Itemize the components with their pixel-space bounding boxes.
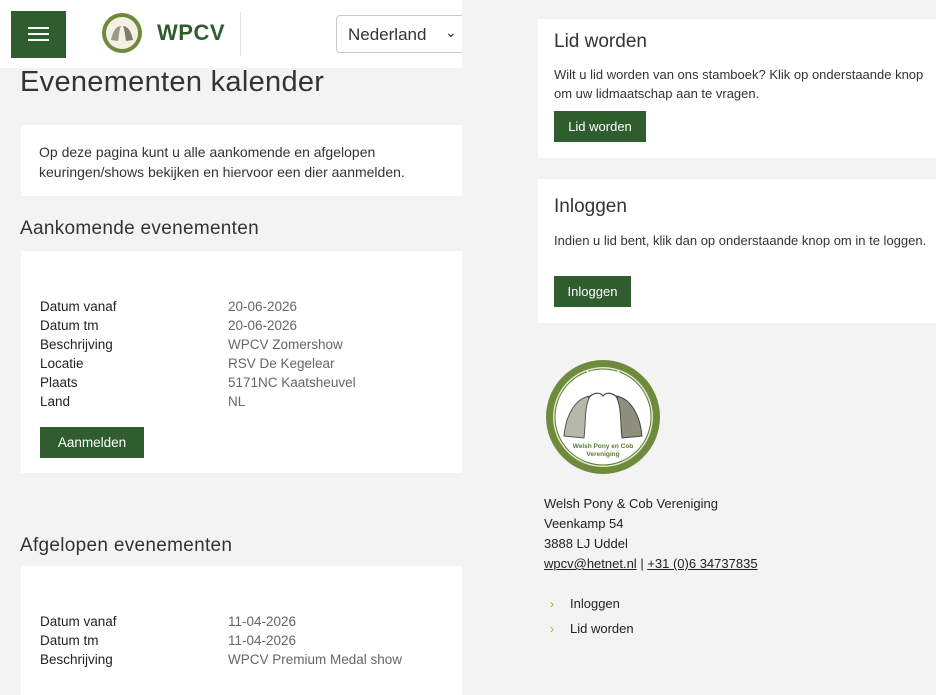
member-card-title: Lid worden bbox=[554, 31, 647, 52]
contact-separator: | bbox=[636, 556, 648, 571]
event-value: 20-06-2026 bbox=[228, 318, 298, 333]
event-label: Datum tm bbox=[40, 633, 99, 648]
footer-link-inloggen[interactable]: › Inloggen bbox=[550, 596, 620, 611]
language-select[interactable]: Nederland ⌄ bbox=[336, 15, 462, 53]
street: Veenkamp 54 bbox=[544, 516, 624, 531]
event-value: RSV De Kegelear bbox=[228, 356, 335, 371]
event-label: Datum vanaf bbox=[40, 299, 117, 314]
sidebar-panel: Lid worden Wilt u lid worden van ons sta… bbox=[462, 0, 936, 695]
member-card-text: Wilt u lid worden van ons stamboek? Klik… bbox=[554, 67, 924, 101]
event-label: Land bbox=[40, 394, 71, 409]
intro-text: Op deze pagina kunt u alle aankomende en… bbox=[39, 144, 405, 180]
past-events-heading: Afgelopen evenementen bbox=[20, 535, 233, 556]
login-card-title: Inloggen bbox=[554, 196, 627, 217]
city: 3888 LJ Uddel bbox=[544, 536, 628, 551]
event-label: Datum vanaf bbox=[40, 614, 117, 629]
event-value: 20-06-2026 bbox=[228, 299, 298, 314]
event-row-datum-tm: Datum tm 11-04-2026 bbox=[40, 633, 296, 648]
top-navigation-bar: WPCV Nederland ⌄ bbox=[0, 0, 462, 68]
aanmelden-button[interactable]: Aanmelden bbox=[40, 427, 144, 458]
intro-card: Op deze pagina kunt u alle aankomende en… bbox=[21, 125, 462, 196]
chevron-right-icon: › bbox=[550, 597, 554, 611]
mobile-page-view: WPCV Nederland ⌄ Evenementen kalender Op… bbox=[0, 0, 462, 695]
upcoming-events-heading: Aankomende evenementen bbox=[20, 218, 259, 239]
event-label: Locatie bbox=[40, 356, 84, 371]
phone-link[interactable]: +31 (0)6 34737835 bbox=[647, 556, 757, 571]
footer-link-label: Inloggen bbox=[570, 596, 620, 611]
event-row-datum-vanaf: Datum vanaf 11-04-2026 bbox=[40, 614, 296, 629]
event-value: 11-04-2026 bbox=[228, 614, 297, 629]
divider bbox=[240, 12, 241, 56]
lid-worden-button[interactable]: Lid worden bbox=[554, 111, 646, 142]
wpcv-emblem-logo: WPCV Welsh Pony en Cob Vereniging bbox=[546, 360, 660, 474]
wpcv-logo-icon[interactable] bbox=[101, 12, 143, 54]
inloggen-button[interactable]: Inloggen bbox=[554, 276, 631, 307]
event-row-plaats: Plaats 5171NC Kaatsheuvel bbox=[40, 375, 356, 390]
event-label: Beschrijving bbox=[40, 652, 113, 667]
event-value: NL bbox=[228, 394, 246, 409]
footer-address: Welsh Pony & Cob Vereniging Veenkamp 54 … bbox=[544, 494, 758, 574]
emblem-line2: Vereniging bbox=[586, 451, 619, 458]
event-label: Datum tm bbox=[40, 318, 99, 333]
event-row-beschrijving: Beschrijving WPCV Zomershow bbox=[40, 337, 343, 352]
chevron-down-icon: ⌄ bbox=[445, 24, 457, 40]
event-row-locatie: Locatie RSV De Kegelear bbox=[40, 356, 335, 371]
event-value: WPCV Premium Medal show bbox=[228, 652, 403, 667]
login-card: Inloggen Indien u lid bent, klik dan op … bbox=[538, 179, 936, 323]
email-link[interactable]: wpcv@hetnet.nl bbox=[544, 556, 637, 571]
org-name: Welsh Pony & Cob Vereniging bbox=[544, 496, 718, 511]
past-event-card: Datum vanaf 11-04-2026 Datum tm 11-04-2026… bbox=[21, 566, 462, 695]
event-label: Plaats bbox=[40, 375, 78, 390]
hamburger-menu-button[interactable] bbox=[11, 11, 66, 58]
login-card-text: Indien u lid bent, klik dan op onderstaa… bbox=[554, 233, 927, 248]
contact-line: wpcv@hetnet.nl | +31 (0)6 34737835 bbox=[544, 554, 758, 574]
event-value: WPCV Zomershow bbox=[228, 337, 343, 352]
event-label: Beschrijving bbox=[40, 337, 113, 352]
menu-line bbox=[28, 27, 49, 29]
upcoming-event-card: Datum vanaf 20-06-2026 Datum tm 20-06-2026… bbox=[21, 251, 462, 473]
language-select-value: Nederland bbox=[348, 25, 427, 44]
event-value: 11-04-2026 bbox=[228, 633, 297, 648]
footer-link-lid-worden[interactable]: › Lid worden bbox=[550, 621, 634, 636]
event-row-datum-tm: Datum tm 20-06-2026 bbox=[40, 318, 297, 333]
event-row-land: Land NL bbox=[40, 394, 245, 409]
page-title: Evenementen kalender bbox=[20, 66, 325, 98]
footer-link-label: Lid worden bbox=[570, 621, 634, 636]
emblem-line1: Welsh Pony en Cob bbox=[573, 443, 634, 450]
emblem-top-text: WPCV bbox=[587, 369, 621, 381]
brand-name[interactable]: WPCV bbox=[157, 20, 225, 46]
event-row-beschrijving: Beschrijving WPCV Premium Medal show bbox=[40, 652, 402, 667]
member-card: Lid worden Wilt u lid worden van ons sta… bbox=[538, 19, 936, 158]
event-row-datum-vanaf: Datum vanaf 20-06-2026 bbox=[40, 299, 297, 314]
menu-line bbox=[28, 39, 49, 41]
chevron-right-icon: › bbox=[550, 622, 554, 636]
menu-line bbox=[28, 33, 49, 35]
event-value: 5171NC Kaatsheuvel bbox=[228, 375, 356, 390]
